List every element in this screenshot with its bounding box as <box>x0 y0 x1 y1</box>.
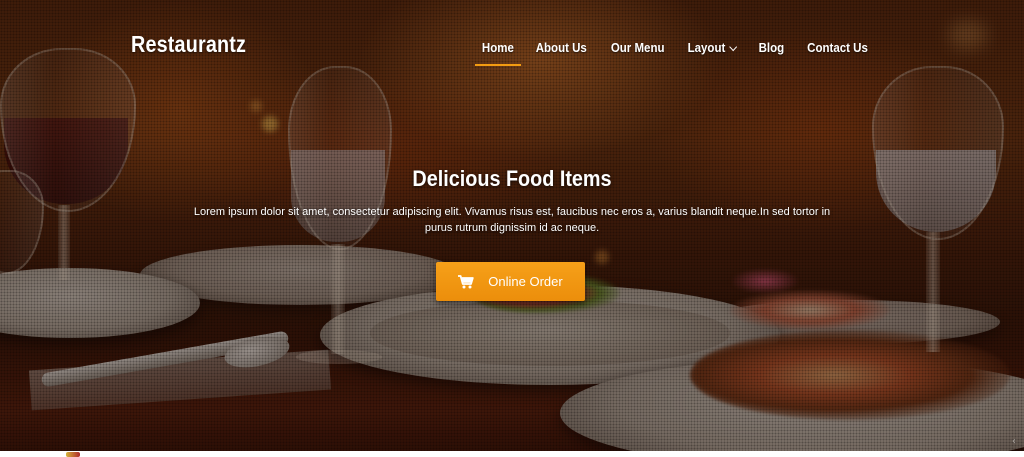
nav-item-blog[interactable]: Blog <box>750 39 793 57</box>
nav-item-layout[interactable]: Layout <box>679 39 745 57</box>
nav-item-label: Layout <box>687 41 726 55</box>
page: Restaurantz Home About Us Our Menu Layou… <box>0 0 1024 457</box>
online-order-label: Online Order <box>488 274 563 289</box>
section-image-edge <box>66 452 80 457</box>
chevron-left-icon[interactable]: ‹ <box>1012 436 1016 447</box>
nav-item-our-menu[interactable]: Our Menu <box>602 39 673 57</box>
shopping-cart-icon <box>458 274 474 288</box>
nav-item-contact-us[interactable]: Contact Us <box>798 39 876 57</box>
main-nav: Home About Us Our Menu Layout Blog Conta… <box>471 39 880 66</box>
nav-item-label: About Us <box>536 41 588 55</box>
hero-title: Delicious Food Items <box>412 166 612 191</box>
nav-item-home[interactable]: Home <box>473 39 522 66</box>
site-logo[interactable]: Restaurantz <box>131 31 246 58</box>
chevron-down-icon <box>729 42 738 51</box>
bottom-strip <box>0 451 1024 457</box>
nav-item-label: Our Menu <box>610 41 665 55</box>
nav-item-about-us[interactable]: About Us <box>527 39 596 57</box>
nav-item-label: Blog <box>758 41 785 55</box>
nav-item-label: Contact Us <box>807 41 868 55</box>
nav-item-label: Home <box>481 41 514 55</box>
hero-description: Lorem ipsum dolor sit amet, consectetur … <box>193 206 831 234</box>
online-order-button[interactable]: Online Order <box>436 262 585 301</box>
